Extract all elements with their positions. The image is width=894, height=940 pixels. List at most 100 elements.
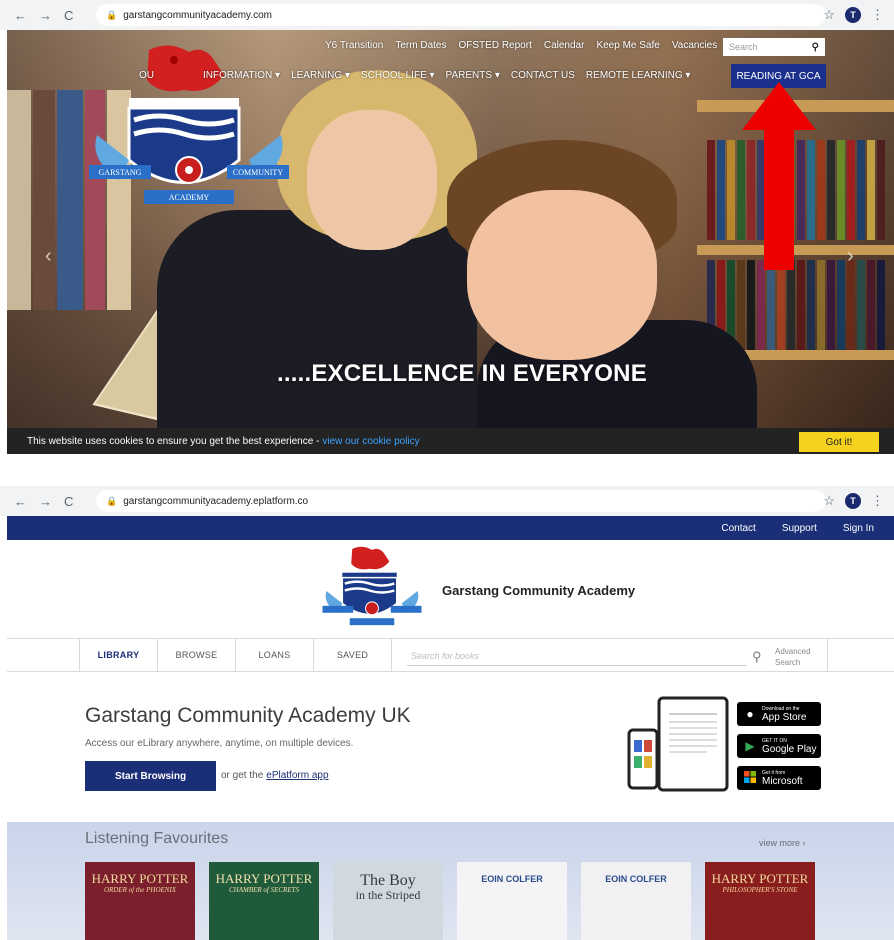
boy-face bbox=[467, 190, 657, 360]
support-link[interactable]: Support bbox=[782, 523, 817, 534]
forward-arrow-icon[interactable]: → bbox=[39, 494, 52, 509]
get-app-text: or get the ePlatform app bbox=[221, 770, 329, 781]
menu-dots-icon[interactable]: ⋮ bbox=[871, 7, 884, 23]
library-title: Garstang Community Academy UK bbox=[85, 704, 411, 727]
book-sub-2: CHAMBER of SECRETS bbox=[229, 886, 299, 894]
book-cover-4[interactable]: EOIN COLFER bbox=[457, 862, 567, 940]
browser-toolbar-2: ← → C 🔒 garstangcommunityacademy.eplatfo… bbox=[0, 486, 894, 516]
nav-school-life[interactable]: SCHOOL LIFE ▾ bbox=[361, 70, 435, 81]
browser-actions-1: ☆ T ⋮ bbox=[823, 7, 884, 23]
main-nav: OU INFORMATION ▾ LEARNING ▾ SCHOOL LIFE … bbox=[139, 70, 690, 81]
start-browsing-button[interactable]: Start Browsing bbox=[85, 761, 216, 791]
eplatform-app-link[interactable]: ePlatform app bbox=[266, 770, 328, 781]
google-play-badge[interactable]: ▶ GET IT ON Google Play bbox=[737, 734, 821, 758]
books-row-2 bbox=[707, 260, 885, 350]
browser-actions-2: ☆ T ⋮ bbox=[823, 493, 884, 509]
devices-illustration bbox=[627, 696, 729, 792]
book-cover-3[interactable]: The Boy in the Striped bbox=[333, 862, 443, 940]
microsoft-badge[interactable]: Get it from Microsoft bbox=[737, 766, 821, 790]
utility-links: Y6 Transition Term Dates OFSTED Report C… bbox=[325, 40, 717, 51]
address-bar-1[interactable]: 🔒 garstangcommunityacademy.com bbox=[96, 4, 826, 26]
browser-toolbar-1: ← → C 🔒 garstangcommunityacademy.com ☆ T… bbox=[0, 0, 894, 30]
google-play-icon: ▶ bbox=[745, 739, 755, 753]
back-arrow-icon[interactable]: ← bbox=[14, 494, 27, 509]
eplatform-top-bar: Contact Support Sign In bbox=[7, 516, 894, 540]
girl-blazer bbox=[157, 210, 477, 454]
contact-link[interactable]: Contact bbox=[721, 523, 755, 534]
cookie-text: This website uses cookies to ensure you … bbox=[27, 435, 320, 447]
link-y6-transition[interactable]: Y6 Transition bbox=[325, 40, 383, 51]
book-title-2: HARRY POTTER bbox=[215, 871, 313, 886]
menu-dots-icon[interactable]: ⋮ bbox=[871, 493, 884, 509]
cookie-accept-button[interactable]: Got it! bbox=[799, 432, 879, 452]
app-store-big: App Store bbox=[762, 711, 807, 723]
crest-text-left: GARSTANG bbox=[99, 168, 142, 177]
eplatform-school-logo[interactable] bbox=[322, 544, 422, 638]
carousel-next-icon[interactable]: › bbox=[847, 245, 854, 268]
reload-icon[interactable]: C bbox=[64, 8, 73, 23]
star-icon[interactable]: ☆ bbox=[823, 493, 835, 509]
book-cover-1[interactable]: HARRY POTTER ORDER of the PHOENIX bbox=[85, 862, 195, 940]
tab-loans[interactable]: LOANS bbox=[235, 639, 313, 671]
search-label: Search bbox=[775, 658, 801, 667]
link-ofsted-report[interactable]: OFSTED Report bbox=[459, 40, 532, 51]
address-url-2: garstangcommunityacademy.eplatform.co bbox=[123, 495, 309, 507]
reload-icon[interactable]: C bbox=[64, 494, 73, 509]
link-term-dates[interactable]: Term Dates bbox=[395, 40, 446, 51]
link-keep-me-safe[interactable]: Keep Me Safe bbox=[596, 40, 659, 51]
tab-browse[interactable]: BROWSE bbox=[157, 639, 235, 671]
address-bar-2[interactable]: 🔒 garstangcommunityacademy.eplatform.co bbox=[96, 490, 826, 512]
book-title-6: HARRY POTTER bbox=[711, 871, 809, 886]
nav-contact-us[interactable]: CONTACT US bbox=[511, 70, 575, 81]
link-vacancies[interactable]: Vacancies bbox=[672, 40, 717, 51]
apple-icon: ● bbox=[746, 707, 754, 721]
back-arrow-icon[interactable]: ← bbox=[14, 8, 27, 23]
lock-icon: 🔒 bbox=[106, 495, 118, 506]
nav-remote-learning[interactable]: REMOTE LEARNING ▾ bbox=[586, 70, 690, 81]
book-cover-6[interactable]: HARRY POTTER PHILOSOPHER'S STONE bbox=[705, 862, 815, 940]
carousel-prev-icon[interactable]: ‹ bbox=[45, 245, 52, 268]
school-crest-logo[interactable]: GARSTANG COMMUNITY ACADEMY bbox=[89, 40, 289, 230]
nav-information[interactable]: INFORMATION ▾ bbox=[203, 70, 280, 81]
site-search-box[interactable]: Search ⚲ bbox=[723, 38, 825, 56]
book-title-3: The Boy bbox=[360, 872, 416, 889]
tab-library[interactable]: LIBRARY bbox=[79, 639, 157, 671]
nav-parents[interactable]: PARENTS ▾ bbox=[446, 70, 500, 81]
book-sub-6: PHILOSOPHER'S STONE bbox=[722, 886, 798, 894]
red-pointer-arrow-icon bbox=[742, 82, 816, 270]
star-icon[interactable]: ☆ bbox=[823, 7, 835, 23]
book-sub-3: in the Striped bbox=[355, 888, 421, 902]
link-calendar[interactable]: Calendar bbox=[544, 40, 585, 51]
microsoft-icon bbox=[743, 770, 757, 786]
advanced-search-link[interactable]: Advanced Search bbox=[775, 646, 811, 668]
book-title-4: EOIN COLFER bbox=[481, 874, 543, 884]
school-name: Garstang Community Academy bbox=[442, 583, 636, 598]
nav-our[interactable]: OU bbox=[139, 70, 154, 81]
view-more-link[interactable]: view more › bbox=[759, 838, 806, 848]
browser-nav-buttons-2: ← → C bbox=[0, 494, 96, 509]
cookie-policy-link[interactable]: view our cookie policy bbox=[322, 436, 419, 447]
book-cover-5[interactable]: EOIN COLFER bbox=[581, 862, 691, 940]
crest-text-bottom: ACADEMY bbox=[169, 193, 210, 202]
forward-arrow-icon[interactable]: → bbox=[39, 8, 52, 23]
book-title-5: EOIN COLFER bbox=[605, 874, 667, 884]
book-search-input[interactable]: Search for books bbox=[407, 646, 747, 666]
book-sub-1: ORDER of the PHOENIX bbox=[103, 886, 177, 894]
nav-learning[interactable]: LEARNING ▾ bbox=[291, 70, 350, 81]
girl-face bbox=[307, 110, 437, 250]
or-get-label: or get the bbox=[221, 770, 264, 781]
tab-saved[interactable]: SAVED bbox=[313, 639, 391, 671]
sign-in-link[interactable]: Sign In bbox=[843, 523, 874, 534]
book-cover-2[interactable]: HARRY POTTER CHAMBER of SECRETS bbox=[209, 862, 319, 940]
school-website: GARSTANG COMMUNITY ACADEMY Y6 Transition… bbox=[7, 30, 894, 454]
cookie-banner: This website uses cookies to ensure you … bbox=[7, 428, 894, 454]
search-icon[interactable]: ⚲ bbox=[752, 649, 762, 665]
profile-avatar-1[interactable]: T bbox=[845, 7, 861, 23]
advanced-label: Advanced bbox=[775, 647, 811, 656]
profile-avatar-2[interactable]: T bbox=[845, 493, 861, 509]
lock-icon: 🔒 bbox=[106, 9, 118, 20]
app-store-badge[interactable]: ● Download on the App Store bbox=[737, 702, 821, 726]
search-icon[interactable]: ⚲ bbox=[812, 42, 819, 53]
crest-text-right: COMMUNITY bbox=[233, 168, 283, 177]
site-search-placeholder: Search bbox=[729, 42, 758, 52]
